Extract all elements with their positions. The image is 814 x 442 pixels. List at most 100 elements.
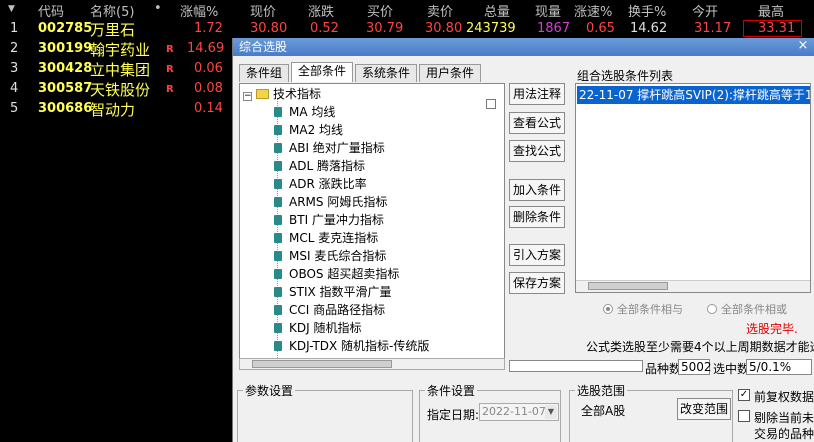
tree-checkbox[interactable]	[486, 99, 496, 109]
radio-all-or[interactable]: 全部条件相或	[707, 301, 787, 317]
indicator-icon	[274, 125, 282, 135]
col-high[interactable]: 最高	[758, 1, 784, 20]
indicator-icon	[274, 287, 282, 297]
col-speed[interactable]: 涨速%	[574, 1, 612, 20]
adjust-checkbox[interactable]: ✓	[738, 389, 750, 401]
tree-horizontal-scrollbar[interactable]	[239, 358, 505, 370]
tree-leaf[interactable]: CCI 商品路径指标	[274, 302, 385, 318]
tree-leaf[interactable]: ARMS 阿姆氏指标	[274, 194, 387, 210]
tree-leaf[interactable]: MCL 麦克连指标	[274, 230, 378, 246]
tree-leaf[interactable]: ADL 腾落指标	[274, 158, 365, 174]
tree-leaf[interactable]: STIX 指数平滑广量	[274, 284, 392, 300]
r-badge: R	[166, 64, 174, 75]
row-chg-pct: 1.72	[194, 21, 223, 36]
row-code: 300428	[38, 61, 93, 76]
r-badge: R	[166, 44, 174, 55]
row-name: 立中集团	[90, 61, 151, 79]
row-name: 智动力	[90, 101, 136, 119]
view-formula-button[interactable]: 查看公式	[509, 112, 565, 134]
tree-leaf[interactable]: OBOS 超买超卖指标	[274, 266, 399, 282]
row-index: 2	[10, 41, 19, 56]
tree-leaf-label: MSI 麦氏综合指标	[289, 249, 387, 263]
range-title: 选股范围	[575, 382, 628, 399]
import-plan-button[interactable]: 引入方案	[509, 244, 565, 266]
tree-node-tech-indicators[interactable]: − 技术指标	[243, 86, 321, 102]
exclude-checkbox-label-1: 剔除当前未	[754, 411, 814, 425]
tree-leaf-label: ABI 绝对广量指标	[289, 141, 385, 155]
radio-dot	[707, 304, 717, 314]
tree-leaf-label: ADL 腾落指标	[289, 159, 365, 173]
radio-all-and[interactable]: 全部条件相与	[603, 301, 683, 317]
col-dot: •	[154, 1, 162, 16]
combo-horizontal-scrollbar[interactable]	[576, 280, 810, 292]
condition-tree[interactable]: − 技术指标 MA 均线 MA2 均线 ABI 绝对广量指标 ADL 腾落指标 A…	[239, 83, 505, 367]
radio-dot	[603, 304, 613, 314]
tree-leaf-label: OBOS 超买超卖指标	[289, 267, 400, 281]
col-volume[interactable]: 总量	[484, 1, 510, 20]
find-formula-button[interactable]: 查找公式	[509, 140, 565, 162]
formula-note: 公式类选股至少需要4个以上周期数据才能选出	[586, 340, 814, 354]
col-name[interactable]: 名称(5)	[90, 1, 134, 20]
change-range-button[interactable]: 改变范围	[677, 398, 731, 420]
exclude-checkbox-label-2: 交易的品种	[754, 427, 814, 441]
col-chg-pct[interactable]: 涨幅%	[180, 1, 218, 20]
tree-leaf[interactable]: MA 均线	[274, 104, 335, 120]
row-code: 300587	[38, 81, 93, 96]
indicator-icon	[274, 143, 282, 153]
col-code[interactable]: 代码	[38, 1, 64, 20]
condition-settings-title: 条件设置	[425, 382, 478, 399]
list-item[interactable]: 22-11-07 撑杆跳高SVIP(2):撑杆跳高等于1	[577, 86, 810, 104]
combo-condition-list[interactable]: 22-11-07 撑杆跳高SVIP(2):撑杆跳高等于1	[575, 83, 811, 293]
row-volume: 243739	[466, 21, 516, 36]
tree-leaf-label: BTI 广量冲力指标	[289, 213, 384, 227]
collapse-icon[interactable]: −	[243, 92, 252, 101]
tree-leaf[interactable]: KDJ 随机指标	[274, 320, 361, 336]
tree-leaf-label: KDJ 随机指标	[289, 321, 362, 335]
exclude-checkbox[interactable]	[738, 410, 750, 422]
save-plan-button[interactable]: 保存方案	[509, 272, 565, 294]
add-condition-button[interactable]: 加入条件	[509, 179, 565, 201]
col-open[interactable]: 今开	[692, 1, 718, 20]
selected-value: 5/0.1%	[746, 359, 812, 375]
tab-system-conditions[interactable]: 系统条件	[355, 64, 418, 82]
tree-leaf[interactable]: MA2 均线	[274, 122, 343, 138]
indicator-icon	[274, 251, 282, 261]
count-label: 品种数	[645, 362, 682, 376]
tab-all-conditions[interactable]: 全部条件	[291, 62, 354, 82]
date-picker[interactable]: 2022-11-07 ▼	[479, 403, 559, 421]
tree-leaf[interactable]: ADR 涨跌比率	[274, 176, 367, 192]
indicator-icon	[274, 233, 282, 243]
col-price[interactable]: 现价	[250, 1, 276, 20]
tab-user-conditions[interactable]: 用户条件	[419, 64, 482, 82]
tab-condition-group[interactable]: 条件组	[239, 64, 290, 82]
row-open: 31.17	[694, 21, 732, 36]
row-index: 1	[10, 21, 19, 36]
dialog-title: 综合选股	[239, 40, 288, 54]
selected-label: 选中数	[713, 362, 750, 376]
stock-screener-dialog: 综合选股 × 条件组 全部条件 系统条件 用户条件 − 技术指标 MA 均线 MA…	[232, 38, 814, 442]
date-value: 2022-11-07	[482, 405, 546, 418]
col-ask[interactable]: 卖价	[427, 1, 453, 20]
usage-notes-button[interactable]: 用法注释	[509, 83, 565, 105]
indicator-icon	[274, 107, 282, 117]
tree-leaf[interactable]: KDJ-TDX 随机指标-传统版	[274, 338, 429, 354]
close-icon[interactable]: ×	[796, 39, 810, 53]
col-chg[interactable]: 涨跌	[308, 1, 334, 20]
col-cur-vol[interactable]: 现量	[535, 1, 561, 20]
col-bid[interactable]: 买价	[367, 1, 393, 20]
dialog-titlebar[interactable]: 综合选股 ×	[233, 38, 814, 56]
delete-condition-button[interactable]: 删除条件	[509, 206, 565, 228]
col-turnover[interactable]: 换手%	[628, 1, 666, 20]
row-bid: 30.79	[366, 21, 404, 36]
sort-arrow-icon[interactable]: ▼	[8, 4, 15, 14]
table-row[interactable]: 1 002785 万里石 1.72 30.80 0.52 30.79 30.80…	[0, 19, 814, 40]
progress-bar	[509, 360, 643, 372]
chevron-down-icon[interactable]: ▼	[545, 405, 557, 419]
tree-leaf[interactable]: MSI 麦氏综合指标	[274, 248, 386, 264]
tree-leaf[interactable]: ABI 绝对广量指标	[274, 140, 385, 156]
scrollbar-thumb[interactable]	[252, 360, 392, 368]
indicator-icon	[274, 323, 282, 333]
scrollbar-thumb[interactable]	[588, 282, 668, 290]
row-speed: 0.65	[586, 21, 615, 36]
tree-leaf[interactable]: BTI 广量冲力指标	[274, 212, 384, 228]
